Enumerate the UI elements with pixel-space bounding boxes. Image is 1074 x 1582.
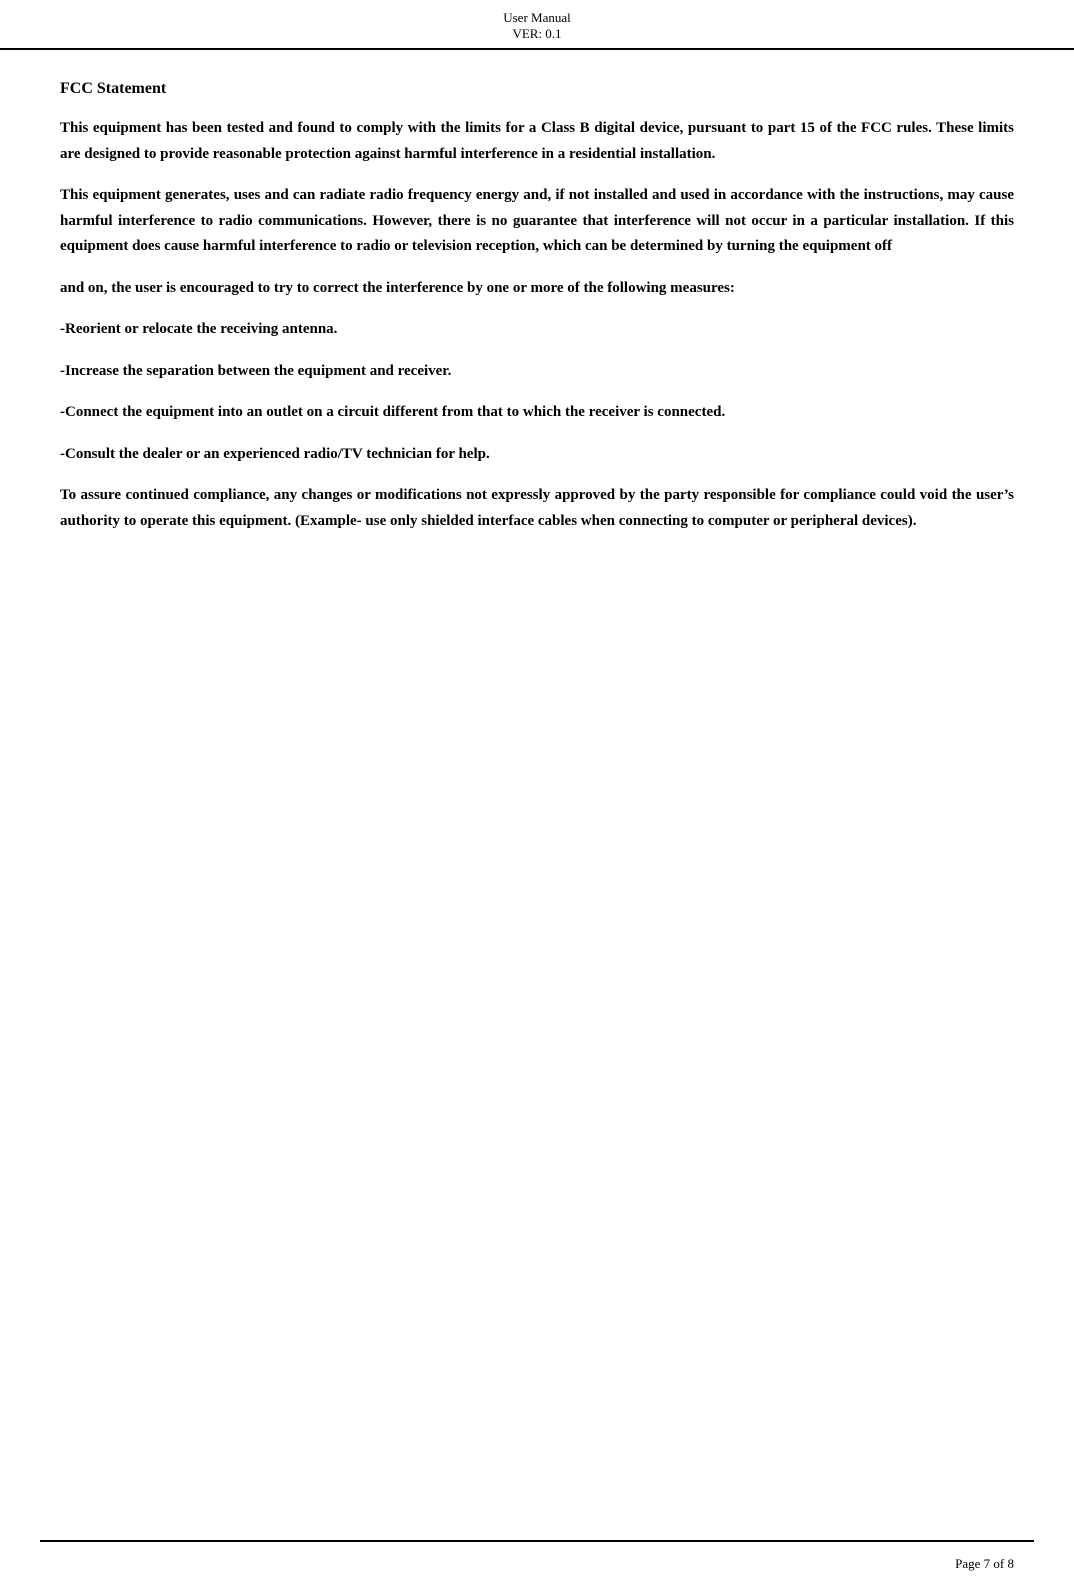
bullet-increase: -Increase the separation between the equ…: [60, 359, 1014, 385]
paragraph-1: This equipment has been tested and found…: [60, 116, 1014, 167]
bullet-consult: -Consult the dealer or an experienced ra…: [60, 442, 1014, 468]
bullet-reorient: -Reorient or relocate the receiving ante…: [60, 317, 1014, 343]
page-container: User Manual VER: 0.1 FCC Statement This …: [0, 0, 1074, 1582]
page-header: User Manual VER: 0.1: [0, 0, 1074, 50]
page-footer: Page 7 of 8: [955, 1556, 1014, 1572]
fcc-statement-title: FCC Statement: [60, 80, 1014, 98]
bullet-connect: -Connect the equipment into an outlet on…: [60, 400, 1014, 426]
paragraph-3: and on, the user is encouraged to try to…: [60, 276, 1014, 302]
header-version: VER: 0.1: [0, 26, 1074, 42]
page-content: FCC Statement This equipment has been te…: [0, 50, 1074, 610]
footer-border: [40, 1540, 1034, 1542]
header-title: User Manual: [0, 10, 1074, 26]
paragraph-compliance: To assure continued compliance, any chan…: [60, 483, 1014, 534]
paragraph-2: This equipment generates, uses and can r…: [60, 183, 1014, 260]
